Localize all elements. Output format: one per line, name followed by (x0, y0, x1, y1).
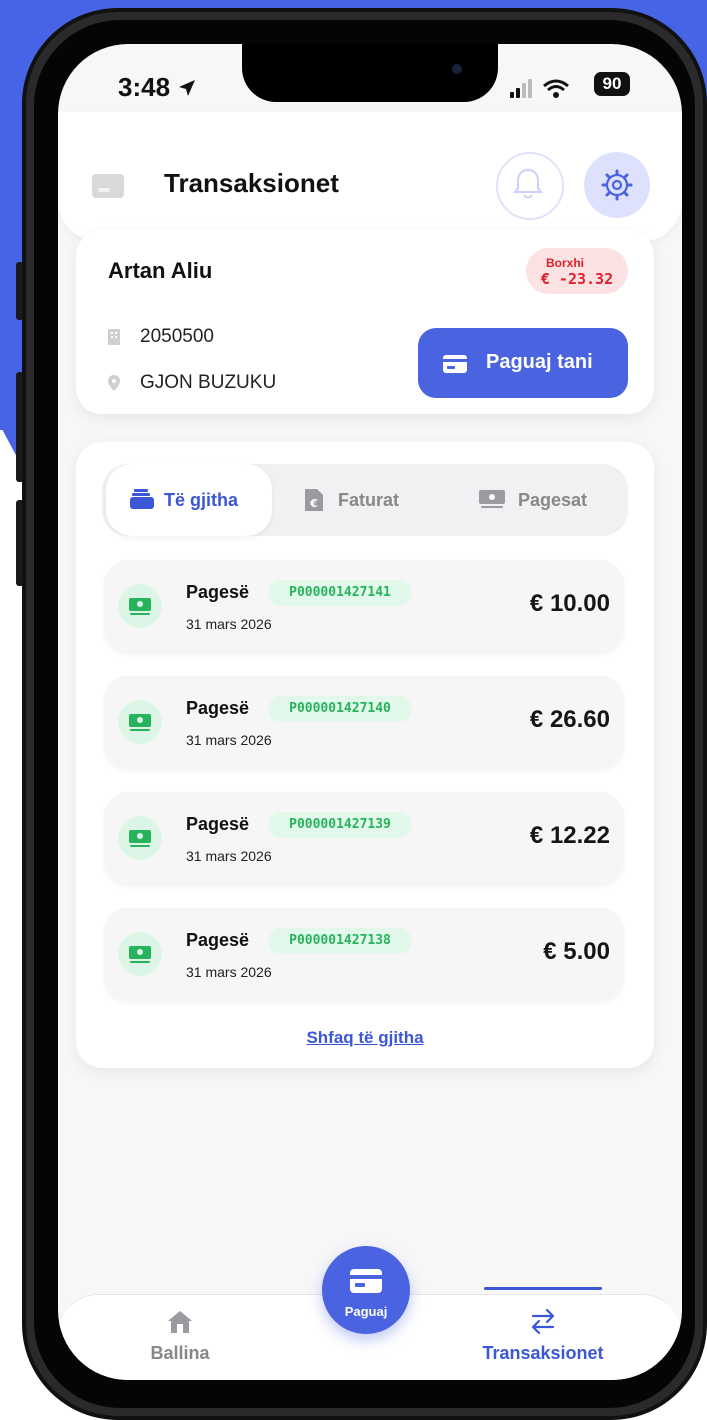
tab-payments[interactable]: Pagesat (478, 464, 628, 536)
wallet-icon (130, 489, 154, 509)
status-time-text: 3:48 (118, 72, 171, 102)
payment-icon (118, 932, 162, 976)
filter-tabs: Të gjitha € Faturat Pagesat (102, 464, 628, 536)
nav-transactions-label: Transaksionet (482, 1343, 604, 1363)
account-number: 2050500 (140, 326, 214, 347)
status-time: 3:48 (118, 72, 197, 103)
signal-wifi-icon (510, 79, 569, 98)
tab-all-label: Të gjitha (164, 490, 239, 510)
front-camera (452, 64, 462, 74)
bell-icon (513, 168, 543, 199)
settings-button[interactable] (584, 152, 650, 218)
transaction-date: 31 mars 2026 (186, 616, 272, 632)
home-icon (168, 1311, 192, 1333)
tab-all[interactable]: Të gjitha (106, 464, 272, 536)
transaction-amount: € 26.60 (529, 706, 610, 733)
payment-icon (118, 584, 162, 628)
gear-icon (601, 169, 633, 201)
building-icon (108, 328, 120, 345)
tab-invoices-label: Faturat (338, 490, 400, 510)
transaction-amount: € 10.00 (529, 590, 610, 617)
transfer-arrows-icon (531, 1308, 555, 1335)
card-icon (350, 1269, 382, 1293)
card-icon (443, 355, 467, 373)
payment-icon (118, 816, 162, 860)
active-tab-indicator (484, 1287, 602, 1290)
transaction-amount: € 5.00 (543, 938, 610, 965)
transaction-item[interactable]: Pagesë P000001427139 31 mars 2026 € 12.2… (104, 792, 624, 884)
transaction-title: Pagesë (186, 582, 250, 602)
pay-now-button[interactable]: Paguaj tani (418, 328, 628, 398)
location-arrow-icon (179, 80, 196, 96)
payment-icon (118, 700, 162, 744)
transaction-item[interactable]: Pagesë P000001427140 31 mars 2026 € 26.6… (104, 676, 624, 768)
cash-icon (479, 490, 505, 508)
invoice-icon: € (305, 489, 323, 511)
transaction-reference: P000001427141 (268, 580, 412, 606)
pay-fab-button[interactable]: Paguaj (322, 1246, 410, 1334)
debt-value: € -23.32 (540, 270, 614, 288)
svg-text:€: € (309, 497, 318, 510)
top-header: Transaksionet (58, 112, 682, 242)
debt-badge: Borxhi € -23.32 (526, 248, 628, 294)
transaction-date: 31 mars 2026 (186, 964, 272, 980)
account-card: Artan Aliu Borxhi € -23.32 2050500 GJON … (76, 230, 654, 414)
nav-home[interactable]: Ballina (120, 1309, 240, 1379)
account-number-row: 2050500 (106, 326, 214, 348)
nav-home-label: Ballina (150, 1343, 210, 1363)
transactions-card: Të gjitha € Faturat Pagesat Pagesë P0000… (76, 442, 654, 1068)
page-title: Transaksionet (164, 168, 339, 198)
location-pin-icon (108, 374, 120, 391)
transaction-title: Pagesë (186, 698, 250, 718)
show-all-link[interactable]: Shfaq të gjitha (76, 1028, 654, 1048)
transaction-title: Pagesë (186, 814, 250, 834)
pay-now-label: Paguaj tani (486, 351, 593, 373)
transaction-amount: € 12.22 (529, 822, 610, 849)
status-bar: 3:48 90 (58, 44, 682, 126)
battery-indicator: 90 (594, 72, 630, 96)
address: GJON BUZUKU (140, 372, 277, 393)
card-icon (92, 174, 124, 198)
transaction-reference: P000001427138 (268, 928, 412, 954)
transaction-reference: P000001427139 (268, 812, 412, 838)
transaction-date: 31 mars 2026 (186, 848, 272, 864)
debt-label: Borxhi (545, 256, 584, 270)
app-screen: Transaksionet 3:48 90 Artan Aliu Borxhi … (58, 44, 682, 1380)
notch (242, 44, 498, 102)
tab-invoices[interactable]: € Faturat (298, 464, 448, 536)
transaction-item[interactable]: Pagesë P000001427138 31 mars 2026 € 5.00 (104, 908, 624, 1000)
transaction-reference: P000001427140 (268, 696, 412, 722)
customer-name: Artan Aliu (108, 258, 213, 283)
nav-transactions[interactable]: Transaksionet (468, 1287, 618, 1377)
pay-fab-label: Paguaj (344, 1304, 388, 1319)
notifications-button[interactable] (496, 152, 564, 220)
tab-payments-label: Pagesat (518, 490, 588, 510)
transaction-title: Pagesë (186, 930, 250, 950)
transaction-item[interactable]: Pagesë P000001427141 31 mars 2026 € 10.0… (104, 560, 624, 652)
transaction-date: 31 mars 2026 (186, 732, 272, 748)
address-row: GJON BUZUKU (106, 372, 276, 394)
